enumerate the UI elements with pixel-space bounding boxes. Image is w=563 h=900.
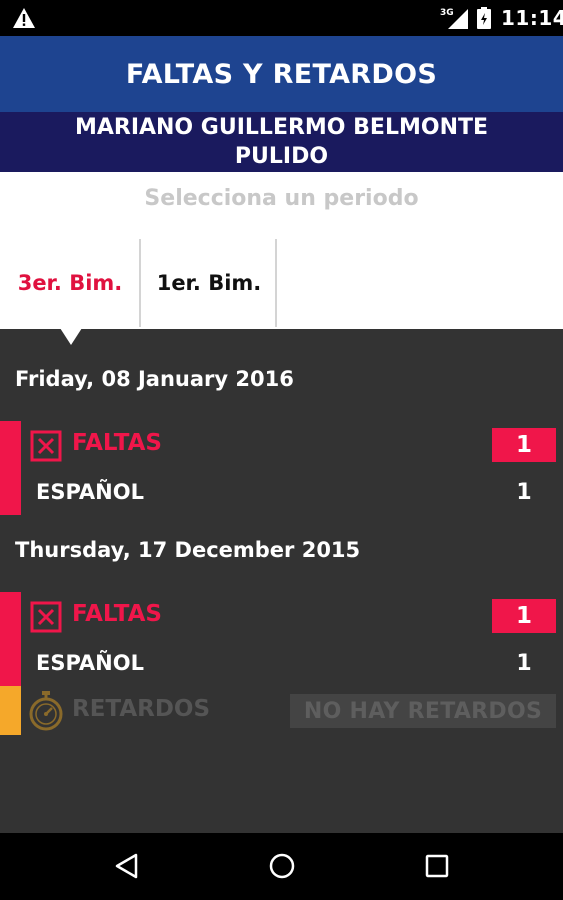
retardos-label: RETARDOS xyxy=(72,696,211,722)
tab-1er-bim[interactable]: 1er. Bim. xyxy=(141,239,277,327)
faltas-count-badge: 1 xyxy=(492,428,556,462)
retardos-accent-bar xyxy=(0,686,21,735)
back-icon[interactable] xyxy=(112,851,142,885)
date-heading: Friday, 08 January 2016 xyxy=(15,367,294,391)
recents-icon[interactable] xyxy=(422,851,452,885)
attendance-list: Friday, 08 January 2016 FALTAS 1 ESPAÑOL… xyxy=(0,328,563,833)
subject-name: ESPAÑOL xyxy=(36,651,144,675)
home-icon[interactable] xyxy=(267,851,297,885)
tab-divider xyxy=(275,239,277,327)
navigation-bar xyxy=(0,833,563,900)
warning-icon xyxy=(12,7,36,33)
app-header: FALTAS Y RETARDOS xyxy=(0,36,563,112)
no-retardos-badge: NO HAY RETARDOS xyxy=(290,694,556,728)
selected-tab-pointer xyxy=(60,328,82,345)
close-box-icon xyxy=(30,430,62,462)
date-heading: Thursday, 17 December 2015 xyxy=(15,538,361,562)
faltas-accent-bar xyxy=(0,421,21,515)
period-prompt: Selecciona un periodo xyxy=(144,186,419,211)
subject-name: ESPAÑOL xyxy=(36,480,144,504)
tab-3er-bim[interactable]: 3er. Bim. xyxy=(0,239,140,327)
subject-count: 1 xyxy=(516,651,532,676)
subject-count: 1 xyxy=(516,480,532,505)
stopwatch-icon xyxy=(28,691,64,735)
student-name-line1: MARIANO GUILLERMO BELMONTE xyxy=(74,115,489,140)
page-title: FALTAS Y RETARDOS xyxy=(125,58,438,90)
signal-icon xyxy=(448,9,468,33)
student-name-bar: MARIANO GUILLERMO BELMONTE PULIDO xyxy=(0,112,563,172)
period-selector: Selecciona un periodo 3er. Bim. 1er. Bim… xyxy=(0,172,563,329)
status-bar: 3G 11:14 xyxy=(0,0,563,36)
close-box-icon xyxy=(30,601,62,633)
faltas-label: FALTAS xyxy=(72,430,162,456)
faltas-accent-bar xyxy=(0,592,21,686)
faltas-label: FALTAS xyxy=(72,601,162,627)
student-name-line2: PULIDO xyxy=(234,144,329,169)
clock: 11:14 xyxy=(501,6,563,30)
faltas-count-badge: 1 xyxy=(492,599,556,633)
battery-icon xyxy=(477,7,491,33)
